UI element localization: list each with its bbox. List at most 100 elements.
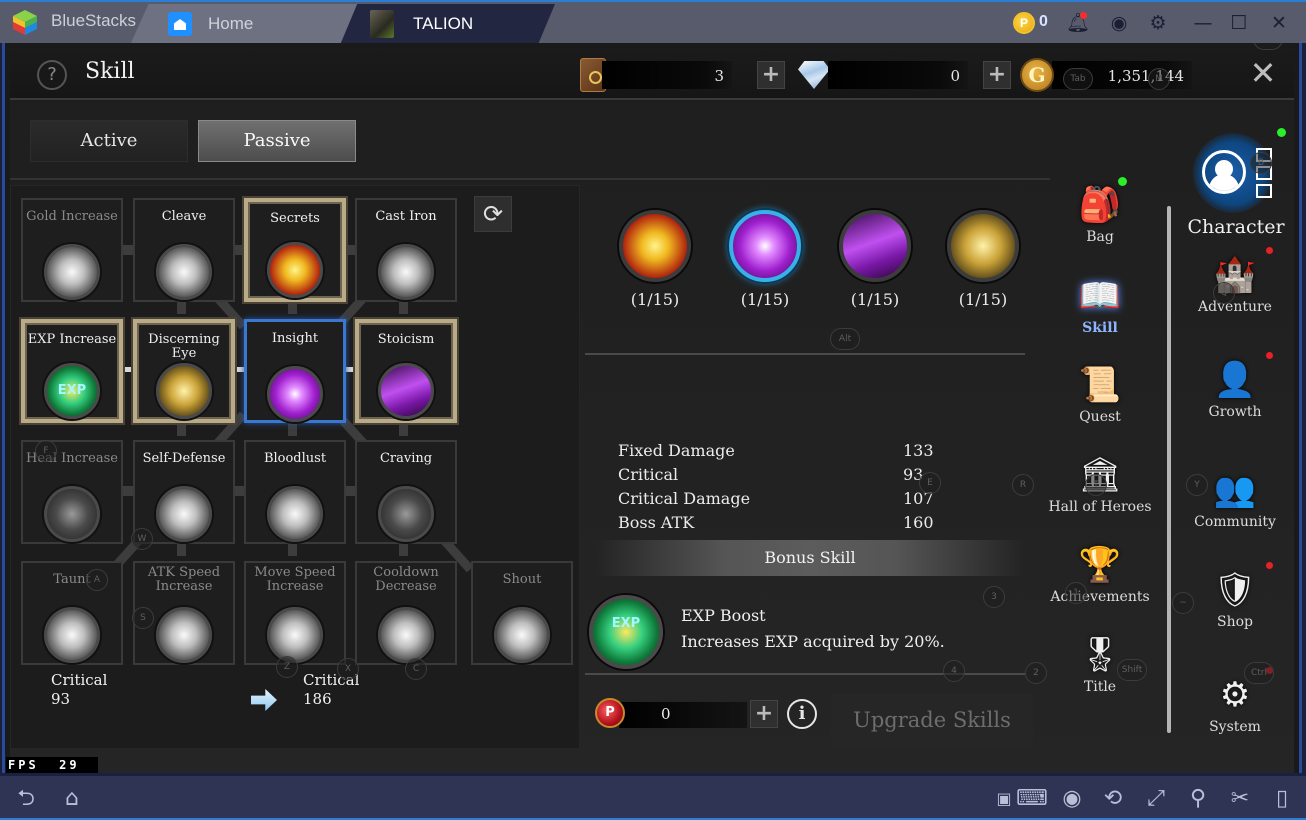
skill-level-text: (1/15) [630,290,680,309]
nav-label: System [1209,719,1261,735]
scissors-icon[interactable]: ✂ [1226,786,1254,812]
help-icon[interactable]: ? [37,60,67,90]
add-skill-points-button[interactable]: + [750,700,778,728]
tab-label: Home [208,14,254,33]
notification-bell-icon[interactable]: 🔔︎ [1066,12,1090,34]
keymap-hint-badge: F [35,440,57,462]
skill-level-text: (1/15) [850,290,900,309]
nav-item-character[interactable]: Character [1180,216,1292,238]
tab-home[interactable]: Home [130,4,362,45]
fullscreen-icon[interactable]: ⤢ [1142,786,1170,812]
upgrade-skills-button[interactable]: Upgrade Skills [831,693,1033,747]
settings-gear-icon[interactable]: ⚙ [1147,12,1169,34]
active-tab-button[interactable]: Active [30,120,188,162]
skill-level-slot[interactable]: (1/15) [615,210,695,309]
nav-item-bag[interactable]: 🎒 Bag [1045,183,1155,245]
skill-node-label: Discerning Eye [148,332,220,361]
nav-item-adventure[interactable]: 🏰 Adventure [1180,253,1290,315]
skill-icon [267,366,323,422]
home-icon[interactable]: ⌂ [58,786,86,812]
skill-icon [156,486,212,542]
close-skill-button[interactable]: ✕ [1248,57,1278,89]
keymap-hint-badge: T [1085,474,1107,496]
divider [585,353,1025,355]
skill-node-stoicism[interactable]: Stoicism [355,319,457,423]
arrow-right-icon [251,689,277,711]
coin-icon[interactable]: P [1013,12,1035,34]
shake-icon[interactable]: ▯ [1268,786,1296,812]
tab-talion[interactable]: TALION [340,4,555,45]
skill-node-secrets[interactable]: Secrets [244,198,346,302]
nav-label: Title [1083,679,1117,695]
back-icon[interactable]: ⮌ [12,786,40,812]
add-diamond-button[interactable]: + [983,61,1011,89]
skill-node-cast-iron[interactable]: Cast Iron [355,198,457,302]
keymap-hint-badge: A [86,569,108,591]
rotate-icon[interactable]: ⟲ [1099,786,1127,812]
nav-label: Achievements [1050,589,1150,605]
stat-row: Critical Damage 107 [618,489,938,513]
diamond-count: 0 [950,67,960,85]
skill-node-cooldown-decrease[interactable]: Cooldown Decrease [355,561,457,665]
keymap-hint-badge: 3 [983,586,1005,608]
account-icon[interactable]: ◉ [1108,12,1130,34]
keymap-hint-badge: B [1250,152,1272,174]
skill-node-gold-increase[interactable]: Gold Increase [21,198,123,302]
skill-level-slot[interactable]: (1/15) [835,210,915,309]
skill-level-slot[interactable]: (1/15) [943,210,1023,309]
app-name: BlueStacks [51,11,137,30]
skill-node-label: Cleave [161,209,207,224]
keyboard-icon[interactable]: ⌨ [1016,786,1048,812]
skill-node-move-speed-increase[interactable]: Move Speed Increase [244,561,346,665]
skill-icon [156,607,212,663]
nav-item-system[interactable]: ⚙ System [1180,673,1290,735]
skill-level-text: (1/15) [958,290,1008,309]
nav-item-shop[interactable]: 🛡 Shop [1180,568,1290,630]
skill-node-insight[interactable]: Insight [244,319,346,423]
nav-item-skill[interactable]: 📖 Skill [1045,274,1155,336]
nav-item-growth[interactable]: 👤 Growth [1180,358,1290,420]
page-title: Skill [85,59,135,84]
character-icon[interactable] [1202,150,1246,194]
keymap-hint-badge: Shift [1117,659,1147,681]
passive-tab-button[interactable]: Passive [198,120,356,162]
diamond-icon [798,61,830,89]
eye-icon[interactable]: ◉ [1058,786,1086,812]
nav-label: Shop [1217,614,1253,630]
home-icon [168,12,192,36]
skill-node-exp-increase[interactable]: EXP Increase [21,319,123,423]
next-stat-value: 186 [303,690,332,708]
gold-count: 1,351,144 [1107,67,1184,85]
skill-node-label: Cooldown Decrease [373,565,439,594]
skill-node-label: Shout [502,572,542,587]
info-icon[interactable]: i [787,699,817,729]
skill-icon [156,363,212,419]
stat-row: Critical 93 [618,465,938,489]
skill-node-self-defense[interactable]: Self-Defense [133,440,235,544]
location-icon[interactable]: ⚲ [1184,786,1212,812]
nav-label: Adventure [1198,299,1272,315]
skill-node-cleave[interactable]: Cleave [133,198,235,302]
skill-node-label: Self-Defense [142,451,226,466]
skill-node-shout[interactable]: Shout [471,561,573,665]
nav-item-achievements[interactable]: 🏆 Achievements [1045,543,1155,605]
tree-connector [399,422,408,436]
notification-dot [1266,247,1273,254]
skill-level-slot[interactable]: (1/15) [725,210,805,309]
add-skill-book-button[interactable]: + [757,61,785,89]
skill-node-discerning-eye[interactable]: Discerning Eye [133,319,235,423]
keymap-hint-badge: 1 [1065,582,1087,604]
keymap-hint-badge: M [1148,68,1170,90]
skill-node-bloodlust[interactable]: Bloodlust [244,440,346,544]
emulator-titlebar: BlueStacks Home TALION P 0 🔔︎ ◉ ⚙ — ☐ ✕ [0,0,1306,45]
nav-item-quest[interactable]: 📜 Quest [1045,363,1155,425]
maximize-icon[interactable]: ☐ [1228,12,1250,34]
tree-connector [288,542,297,556]
reset-refresh-button[interactable]: ⟳ [474,196,512,232]
minimize-icon[interactable]: — [1192,12,1214,34]
close-window-icon[interactable]: ✕ [1268,12,1290,34]
skill-level-text: (1/15) [740,290,790,309]
skill-node-craving[interactable]: Craving [355,440,457,544]
lock-icon[interactable]: ▣ [990,786,1018,812]
nav-label: Growth [1208,404,1262,420]
